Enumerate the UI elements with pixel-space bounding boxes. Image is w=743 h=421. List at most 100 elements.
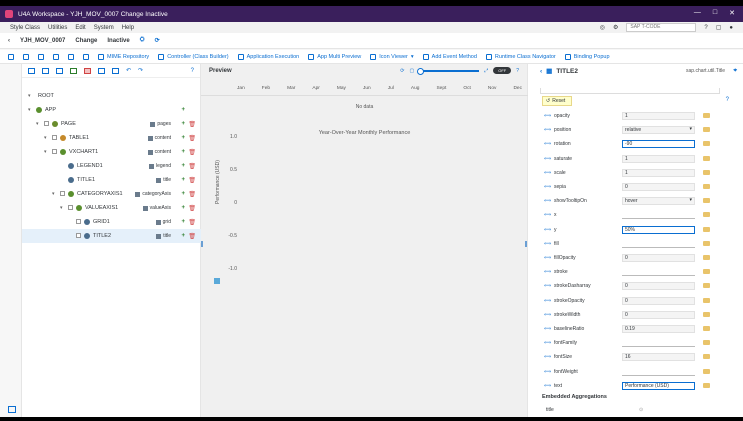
delete-node-icon[interactable]: 🗑: [188, 219, 196, 226]
add-child-icon[interactable]: +: [181, 135, 185, 141]
menu-style-class[interactable]: Style Class: [10, 25, 40, 31]
settings-icon[interactable]: ⚙: [613, 24, 618, 31]
folder-icon[interactable]: [703, 155, 710, 161]
binding-icon[interactable]: ⟺: [544, 326, 551, 332]
search-icon[interactable]: [56, 67, 63, 74]
binding-icon[interactable]: ⟺: [544, 127, 551, 133]
binding-icon[interactable]: ⟺: [544, 212, 551, 218]
binding-icon[interactable]: ⟺: [544, 141, 551, 147]
chevron-icon[interactable]: ⊙: [639, 407, 643, 413]
menu-utilities[interactable]: Utilities: [48, 25, 67, 31]
binding-icon[interactable]: ⟺: [544, 255, 551, 261]
node-checkbox[interactable]: [44, 121, 49, 126]
add-child-icon[interactable]: +: [181, 121, 185, 127]
folder-icon[interactable]: [703, 212, 710, 218]
folder-icon[interactable]: [703, 226, 710, 232]
binding-icon[interactable]: ⟺: [544, 269, 551, 275]
binding-icon[interactable]: ⟺: [544, 241, 551, 247]
paste-icon[interactable]: [112, 67, 119, 74]
preview-toggle[interactable]: OFF: [493, 67, 512, 74]
grid-icon[interactable]: [53, 53, 59, 60]
folder-icon[interactable]: [703, 354, 710, 360]
binding-icon[interactable]: ⟺: [544, 369, 551, 375]
delete-node-icon[interactable]: 🗑: [188, 149, 196, 156]
reset-button[interactable]: ↺ Reset: [542, 96, 572, 106]
help-icon[interactable]: ?: [516, 68, 519, 74]
tree-node-title2[interactable]: TITLE2 title + 🗑: [22, 229, 201, 243]
folder-icon[interactable]: [703, 368, 710, 374]
menu-help[interactable]: Help: [122, 25, 134, 31]
help-icon[interactable]: ?: [704, 25, 707, 31]
app-execution-button[interactable]: Application Execution: [237, 53, 299, 60]
property-input[interactable]: 0: [622, 254, 695, 262]
property-input[interactable]: Performance (USD): [622, 381, 695, 390]
refresh-icon[interactable]: ⟳: [400, 68, 404, 74]
add-child-icon[interactable]: +: [181, 107, 185, 113]
property-input[interactable]: [622, 211, 695, 220]
binding-icon[interactable]: ⟺: [544, 184, 551, 190]
chevron-down-icon[interactable]: ▾: [60, 205, 63, 211]
delete-node-icon[interactable]: 🗑: [188, 233, 196, 240]
menu-edit[interactable]: Edit: [75, 25, 85, 31]
binding-icon[interactable]: ⟺: [544, 312, 551, 318]
folder-icon[interactable]: [703, 326, 710, 331]
property-input[interactable]: [622, 339, 695, 348]
layout-icon[interactable]: [8, 53, 14, 60]
property-select[interactable]: relative: [622, 126, 695, 135]
multi-preview-button[interactable]: App Multi Preview: [308, 53, 361, 60]
list-icon[interactable]: [68, 53, 74, 60]
delete-node-icon[interactable]: 🗑: [188, 191, 196, 198]
property-input[interactable]: 0.19: [622, 325, 695, 333]
runtime-navigator-button[interactable]: Runtime Class Navigator: [485, 53, 556, 60]
refresh-icon[interactable]: ⟳: [155, 37, 160, 44]
add-child-icon[interactable]: +: [181, 219, 185, 225]
add-child-icon[interactable]: +: [181, 163, 185, 169]
property-input[interactable]: 1: [622, 112, 695, 120]
binding-icon[interactable]: ⟺: [544, 298, 551, 304]
node-checkbox[interactable]: [76, 233, 81, 238]
palette-icon[interactable]: [23, 53, 29, 60]
folder-icon[interactable]: [703, 141, 710, 147]
node-checkbox[interactable]: [60, 191, 65, 196]
pin-icon[interactable]: ⌖: [733, 67, 737, 75]
collapse-icon[interactable]: ‹: [540, 68, 542, 75]
binding-icon[interactable]: ⟺: [544, 113, 551, 119]
undo-icon[interactable]: ↶: [126, 67, 131, 74]
copy-icon[interactable]: [98, 67, 105, 74]
activate-icon[interactable]: ⛭: [140, 37, 145, 44]
folder-icon[interactable]: [703, 127, 710, 133]
chevron-down-icon[interactable]: ▾: [52, 191, 55, 197]
binding-icon[interactable]: ⟺: [544, 198, 551, 204]
folder-icon[interactable]: [703, 113, 710, 118]
close-button[interactable]: ✕: [729, 9, 735, 17]
binding-popup-button[interactable]: Binding Popup: [564, 53, 610, 60]
tree-icon[interactable]: [83, 53, 89, 60]
delete-icon[interactable]: [84, 67, 91, 74]
redo-icon[interactable]: ↷: [138, 67, 143, 74]
property-input[interactable]: 0: [622, 183, 695, 191]
property-input[interactable]: 0: [622, 282, 695, 291]
tree-node-legend1[interactable]: LEGEND1 legend + 🗑: [22, 159, 201, 173]
user-icon[interactable]: ●: [729, 25, 733, 31]
binding-icon[interactable]: ⟺: [544, 283, 551, 289]
tree-node-vxchart1[interactable]: ▾ VXCHART1 content + 🗑: [22, 145, 201, 159]
binding-icon[interactable]: ⟺: [544, 170, 551, 176]
property-input[interactable]: [622, 240, 695, 248]
add-icon[interactable]: [70, 67, 77, 74]
tree-node-app[interactable]: ▾ APP +: [22, 103, 201, 117]
controller-button[interactable]: Controller (Class Builder): [158, 53, 229, 60]
folder-icon[interactable]: [703, 184, 710, 189]
node-checkbox[interactable]: [52, 149, 57, 154]
chevron-down-icon[interactable]: ▾: [28, 93, 31, 99]
binding-icon[interactable]: ⟺: [544, 156, 551, 162]
chevron-down-icon[interactable]: ▾: [44, 149, 47, 155]
fit-icon[interactable]: ▢: [409, 68, 414, 74]
menu-system[interactable]: System: [94, 25, 114, 31]
property-input[interactable]: 1: [622, 154, 695, 163]
folder-icon[interactable]: [703, 198, 710, 204]
expand-icon[interactable]: [28, 67, 35, 74]
window-icon[interactable]: ▢: [716, 24, 722, 31]
delete-node-icon[interactable]: 🗑: [188, 205, 196, 212]
property-select-bar[interactable]: [540, 88, 720, 94]
property-input[interactable]: 16: [622, 353, 695, 362]
